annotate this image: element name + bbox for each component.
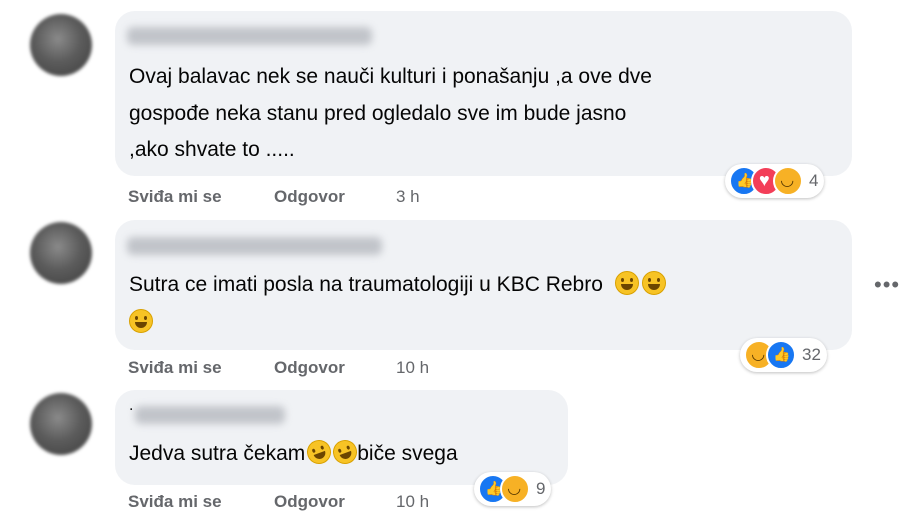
grinning-emoji-icon [614, 271, 639, 295]
comment-bubble: Ovaj balavac nek se nauči kulturi i pona… [115, 11, 852, 176]
grinning-emoji-icon [641, 271, 666, 295]
commenter-name-blurred[interactable] [127, 237, 382, 255]
haha-icon [773, 166, 803, 196]
comment-text-line: Ovaj balavac nek se nauči kulturi i pona… [129, 65, 652, 88]
reply-button[interactable]: Odgovor [274, 358, 345, 378]
commenter-name-blurred[interactable] [127, 27, 372, 45]
like-icon [766, 340, 796, 370]
more-options-icon[interactable]: ••• [874, 272, 900, 298]
commenter-name-blurred[interactable] [135, 406, 285, 424]
avatar[interactable] [30, 14, 92, 76]
reaction-count: 32 [802, 345, 821, 364]
timestamp[interactable]: 3 h [396, 187, 420, 207]
like-button[interactable]: Sviđa mi se [128, 358, 222, 378]
timestamp[interactable]: 10 h [396, 358, 429, 378]
haha-icon [500, 474, 530, 504]
comment-text-line [129, 304, 153, 341]
reply-button[interactable]: Odgovor [274, 187, 345, 207]
comment-text-line: Sutra ce imati posla na traumatologiji u… [129, 266, 666, 303]
grinning-emoji-icon [129, 309, 153, 333]
comment-text: Sutra ce imati posla na traumatologiji u… [129, 273, 603, 296]
timestamp[interactable]: 10 h [396, 492, 429, 512]
comment-dot: . [129, 397, 134, 414]
reaction-count: 9 [536, 479, 546, 498]
comment-bubble: . Jedva sutra čekam biče svega [115, 390, 568, 485]
avatar[interactable] [30, 222, 92, 284]
comment-text-line: Jedva sutra čekam biče svega [129, 435, 458, 472]
reaction-summary[interactable]: 4 [725, 164, 825, 198]
avatar[interactable] [30, 393, 92, 455]
comment-text: Jedva sutra čekam [129, 442, 306, 465]
comment-text: biče svega [357, 442, 458, 465]
like-button[interactable]: Sviđa mi se [128, 492, 222, 512]
comment-text-line: gospođe neka stanu pred ogledalo sve im … [129, 102, 627, 125]
reaction-summary[interactable]: 9 [474, 472, 552, 506]
like-button[interactable]: Sviđa mi se [128, 187, 222, 207]
reply-button[interactable]: Odgovor [274, 492, 345, 512]
comment-text-line: ,ako shvate to ..... [129, 138, 295, 161]
reaction-summary[interactable]: 32 [740, 338, 827, 372]
rolling-laughing-emoji-icon [303, 436, 335, 468]
comment-bubble: Sutra ce imati posla na traumatologiji u… [115, 220, 852, 350]
reaction-count: 4 [809, 171, 819, 190]
